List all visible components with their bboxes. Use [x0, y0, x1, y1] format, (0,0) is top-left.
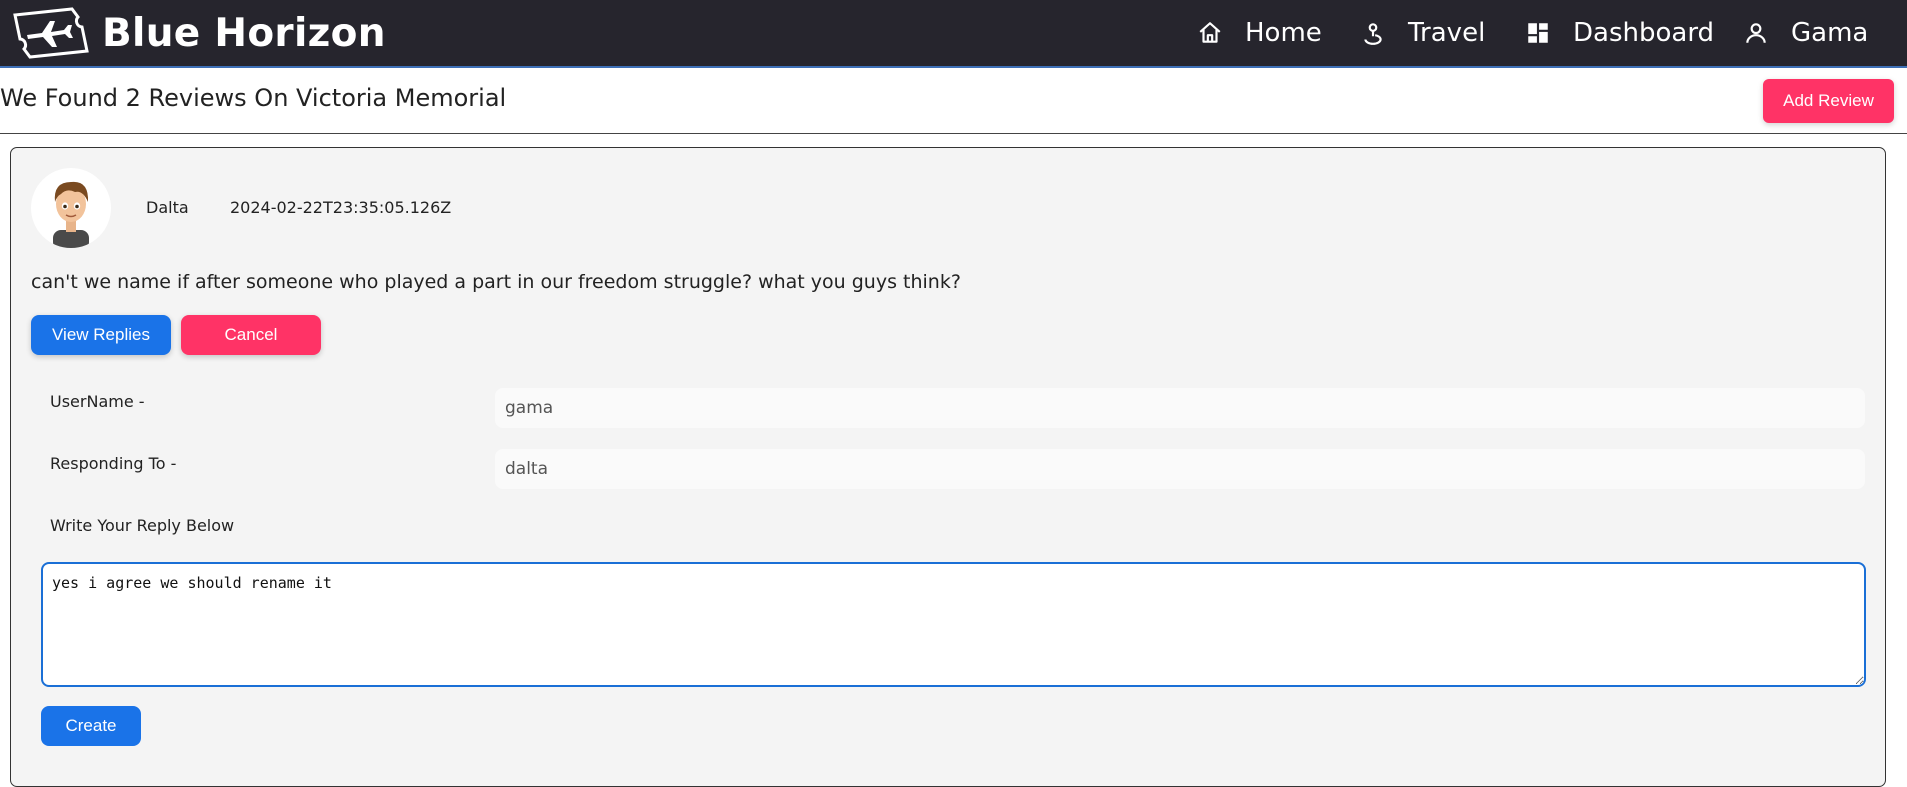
travel-icon — [1360, 20, 1386, 46]
nav-home-label: Home — [1245, 18, 1322, 48]
cancel-button[interactable]: Cancel — [181, 315, 321, 355]
plane-ticket-icon — [12, 7, 90, 59]
nav-home[interactable]: Home — [1197, 0, 1322, 66]
navbar: Blue Horizon Home Travel Dashboard Gama — [0, 0, 1907, 68]
nav-travel-label: Travel — [1408, 18, 1486, 48]
username-field[interactable] — [495, 388, 1865, 428]
user-icon — [1743, 20, 1769, 46]
create-button[interactable]: Create — [41, 706, 141, 746]
review-card: Dalta 2024-02-22T23:35:05.126Z can't we … — [10, 147, 1886, 787]
username-label: UserName - — [50, 392, 145, 411]
reply-textarea[interactable]: yes i agree we should rename it — [41, 562, 1866, 687]
review-timestamp: 2024-02-22T23:35:05.126Z — [230, 198, 452, 217]
review-text: can't we name if after someone who playe… — [31, 271, 961, 293]
nav-dashboard-label: Dashboard — [1573, 18, 1715, 48]
responding-to-field[interactable] — [495, 449, 1865, 489]
write-reply-label: Write Your Reply Below — [50, 516, 235, 535]
brand-name: Blue Horizon — [102, 10, 386, 56]
review-author: Dalta — [146, 198, 189, 217]
dashboard-icon — [1525, 20, 1551, 46]
divider — [0, 133, 1907, 134]
home-icon — [1197, 20, 1223, 46]
responding-to-label: Responding To - — [50, 454, 177, 473]
nav-user-label: Gama — [1791, 18, 1869, 48]
nav-user[interactable]: Gama — [1743, 0, 1868, 66]
nav-dashboard[interactable]: Dashboard — [1525, 0, 1714, 66]
page-title: We Found 2 Reviews On Victoria Memorial — [0, 84, 507, 112]
view-replies-button[interactable]: View Replies — [31, 315, 171, 355]
avatar — [31, 168, 111, 248]
brand[interactable]: Blue Horizon — [12, 5, 386, 61]
nav-travel[interactable]: Travel — [1360, 0, 1485, 66]
add-review-button[interactable]: Add Review — [1763, 79, 1894, 123]
